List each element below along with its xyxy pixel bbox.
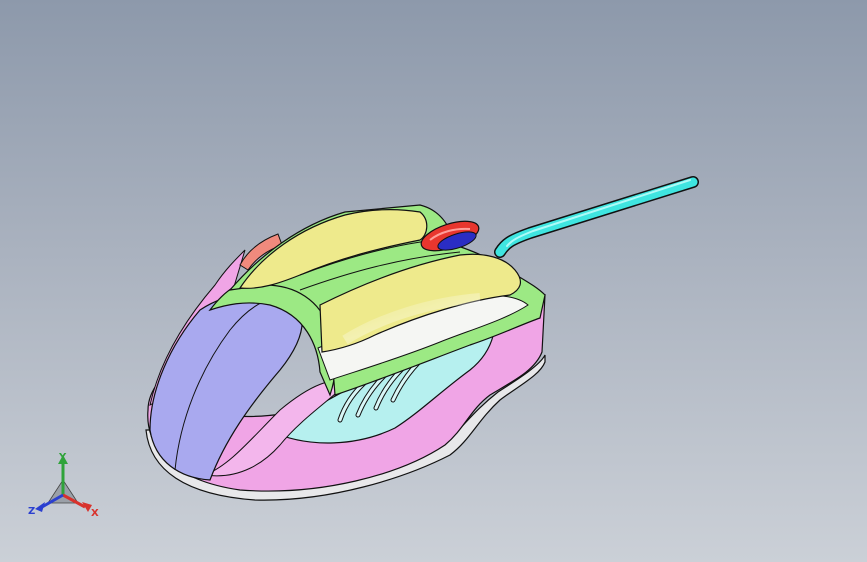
model-canvas[interactable]: Y X Z xyxy=(0,0,867,562)
coordinate-triad-icon[interactable]: Y X Z xyxy=(28,452,99,519)
triad-z-label: Z xyxy=(28,506,35,517)
graphics-viewport[interactable]: Y X Z xyxy=(0,0,867,562)
mouse-cable[interactable] xyxy=(494,176,699,258)
triad-y-label: Y xyxy=(58,452,67,463)
triad-x-label: X xyxy=(91,508,99,519)
